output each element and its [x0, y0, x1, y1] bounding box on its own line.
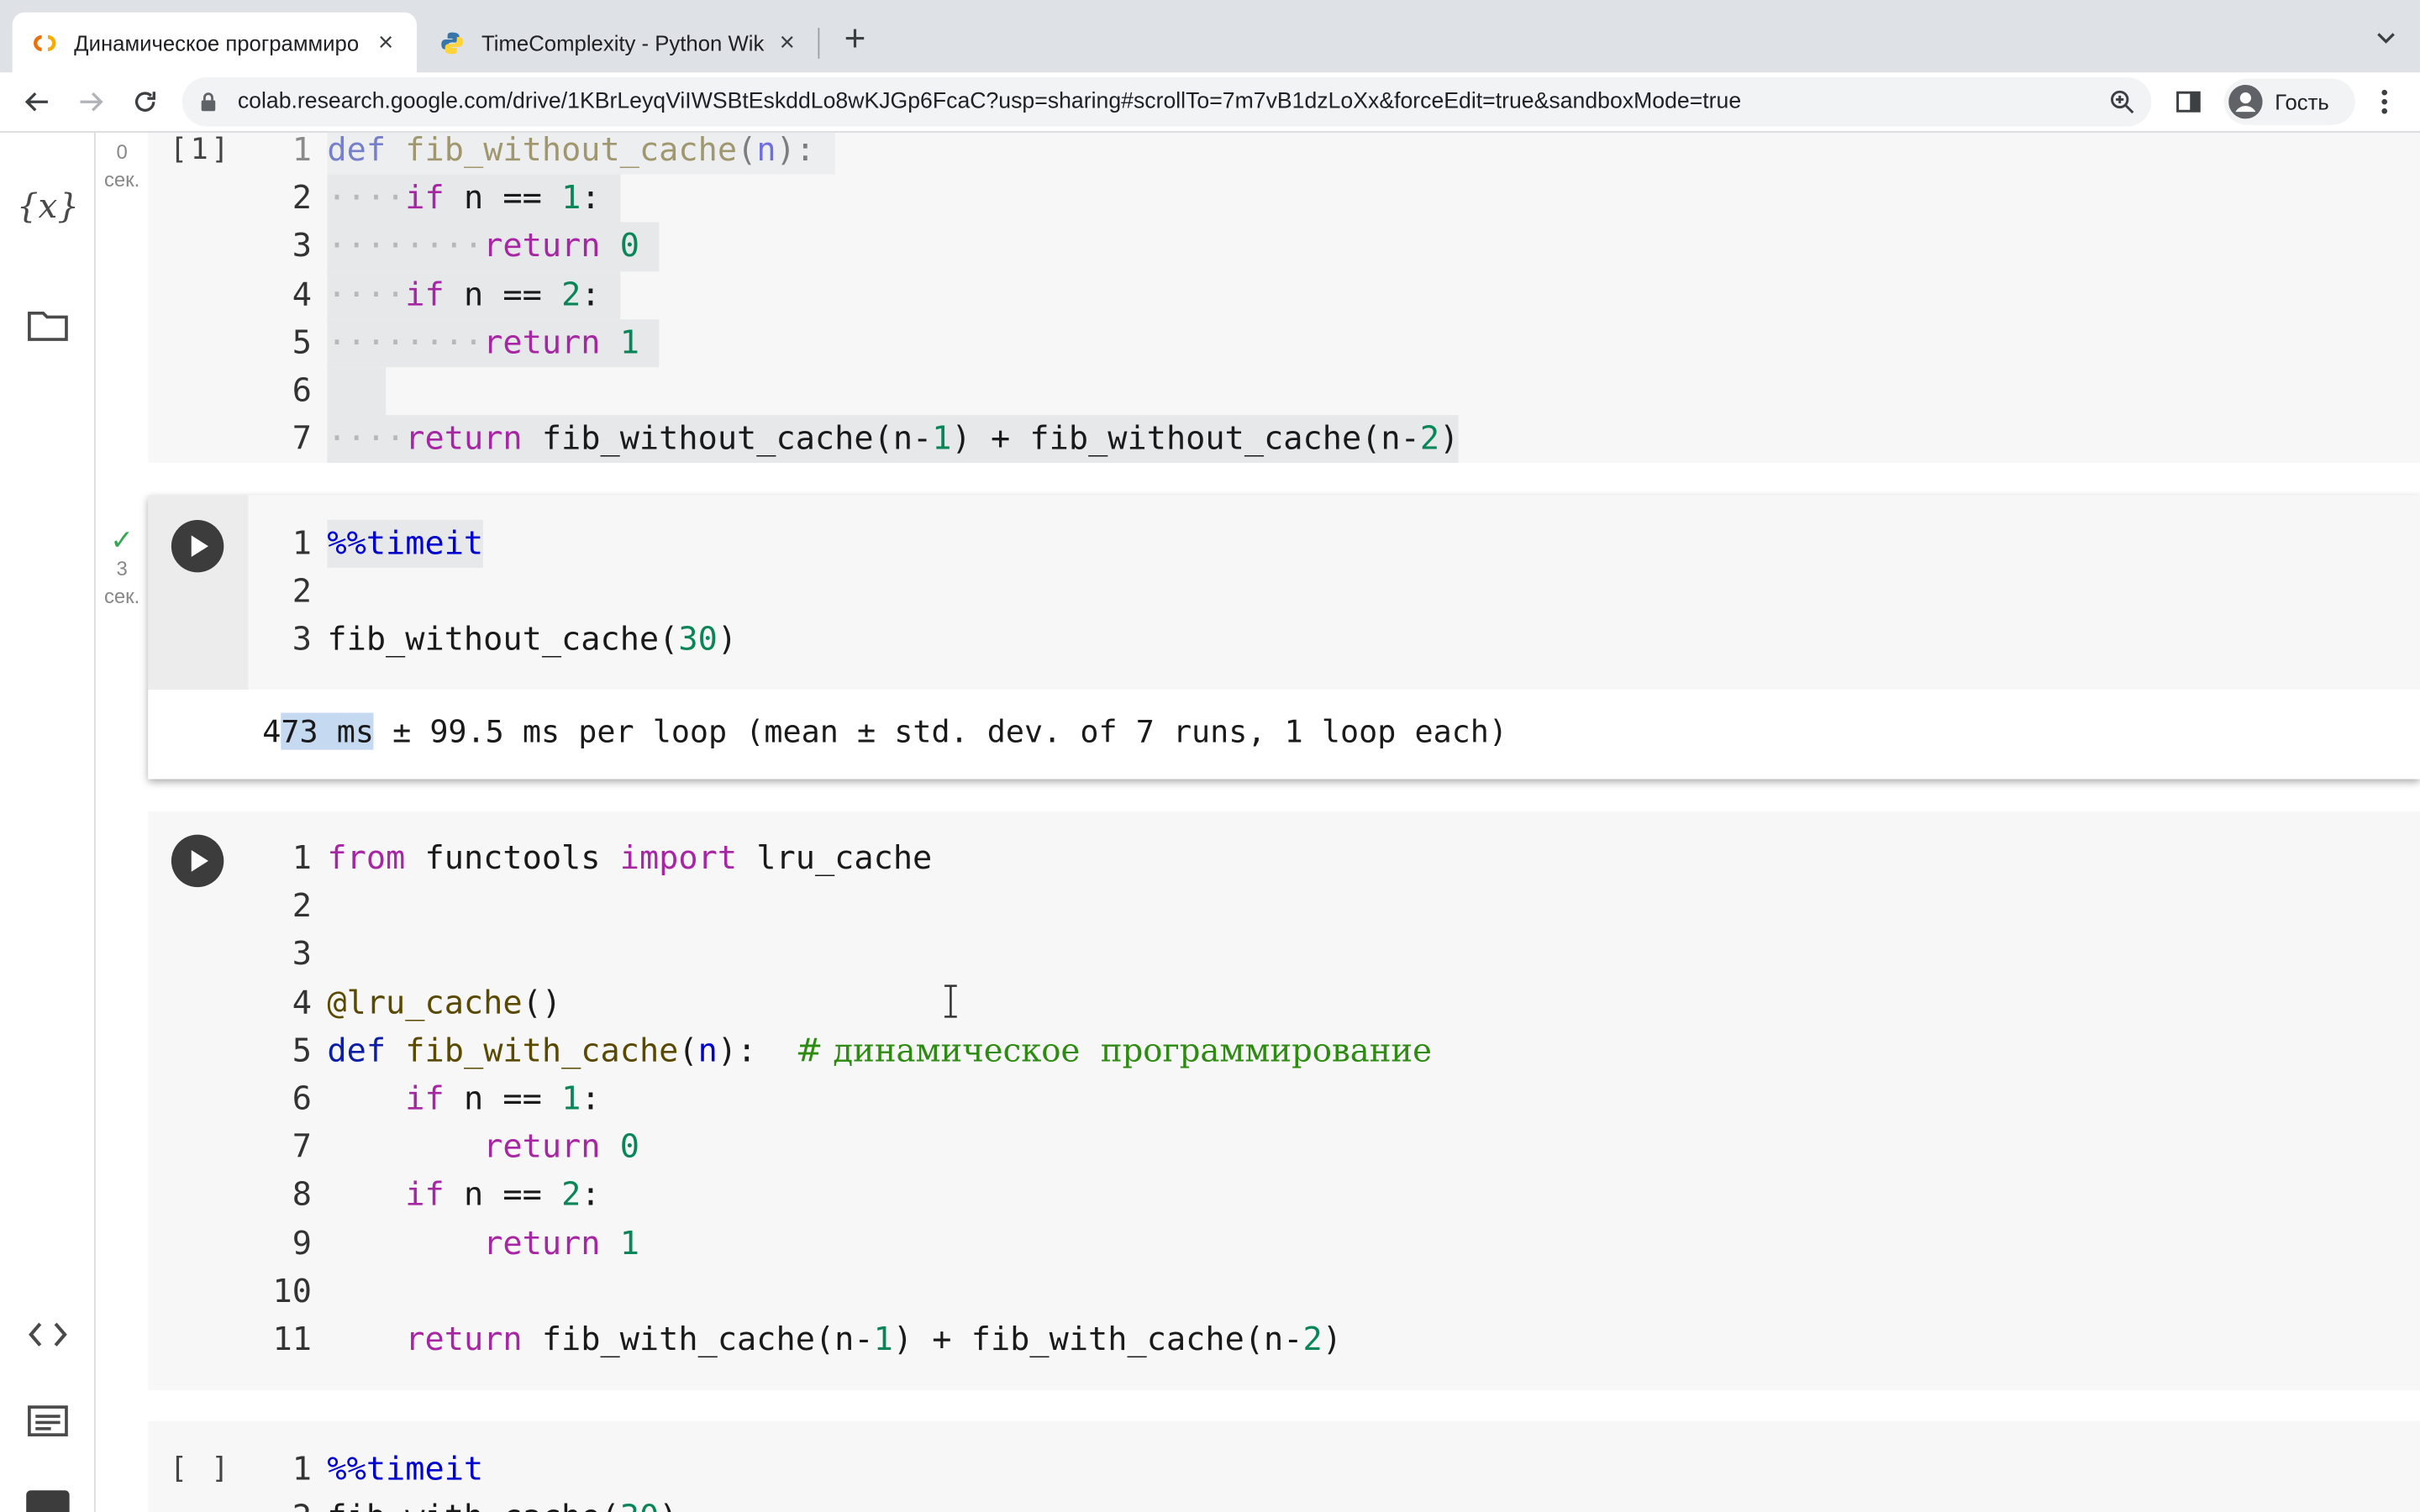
profile-button[interactable]: Гость — [2223, 78, 2355, 125]
success-check-icon: ✓ — [110, 524, 134, 556]
tab-title: TimeComplexity - Python Wiki — [481, 29, 766, 55]
zoom-icon[interactable] — [2108, 88, 2136, 116]
execution-time: 0 сек. — [103, 140, 140, 192]
tab-colab[interactable]: Динамическое программиро × — [12, 12, 417, 73]
url-text[interactable]: colab.research.google.com/drive/1KBrLeyq… — [238, 77, 1741, 127]
tab-separator — [818, 28, 820, 59]
close-tab-icon[interactable]: × — [373, 29, 397, 55]
command-palette-icon[interactable] — [22, 1394, 74, 1446]
code-comment: # динамическое программирование — [795, 1032, 1432, 1069]
browser-toolbar: colab.research.google.com/drive/1KBrLeyq… — [0, 72, 2420, 133]
folder-icon[interactable] — [22, 299, 74, 351]
lock-icon[interactable] — [197, 91, 219, 113]
code-snippets-icon[interactable] — [22, 1309, 74, 1361]
close-tab-icon[interactable]: × — [775, 29, 799, 55]
back-arrow-icon[interactable] — [20, 85, 54, 118]
text-cursor-icon — [941, 984, 960, 1018]
tab-python-wiki[interactable]: TimeComplexity - Python Wiki × — [420, 13, 818, 73]
python-icon — [439, 30, 466, 55]
cell-output: 473 ms ± 99.5 ms per loop (mean ± std. d… — [148, 690, 2420, 780]
colab-sidebar: {x} — [0, 132, 96, 1512]
output-text-pre: 4 — [262, 712, 281, 750]
address-bar[interactable]: colab.research.google.com/drive/1KBrLeyq… — [182, 76, 2152, 127]
code-cell[interactable]: [1] 1 def fib_without_cache(n): 2 ····if n… — [148, 132, 2420, 464]
tab-title: Динамическое программиро — [74, 29, 360, 55]
colab-icon — [31, 30, 59, 55]
variables-icon[interactable]: {x} — [17, 181, 79, 233]
side-panel-icon[interactable] — [2175, 88, 2202, 116]
code-cell-focused[interactable]: 1 %%timeit 2 3 fib_without_cache(30) 473 m… — [148, 495, 2420, 780]
page: Динамическое программиро × TimeComplexit… — [0, 0, 2420, 1512]
output-text: ± 99.5 ms per loop (mean ± std. dev. of … — [373, 712, 1508, 750]
notebook: 0 сек. [1] 1 def fib_without_cache(n): 2 ·… — [95, 132, 2420, 1512]
reload-icon[interactable] — [128, 85, 161, 118]
forward-arrow-icon[interactable] — [74, 85, 108, 118]
tab-strip: Динамическое программиро × TimeComplexit… — [0, 0, 2420, 73]
more-menu-icon[interactable] — [2370, 87, 2398, 118]
profile-name: Гость — [2275, 89, 2329, 114]
chevron-down-icon[interactable] — [2374, 24, 2398, 49]
new-tab-icon[interactable]: + — [836, 21, 873, 59]
terminal-icon[interactable] — [26, 1490, 70, 1512]
execution-time: ✓ 3 сек. — [96, 524, 148, 611]
avatar-icon — [2228, 85, 2263, 119]
code-cell[interactable]: [ ] 1%%timeit 2fib_with_cache(30) — [148, 1420, 2420, 1512]
code-cell[interactable]: 1 from functools import lru_cache 2 3 4 @l… — [148, 811, 2420, 1390]
output-selection: 73 ms — [281, 712, 374, 750]
